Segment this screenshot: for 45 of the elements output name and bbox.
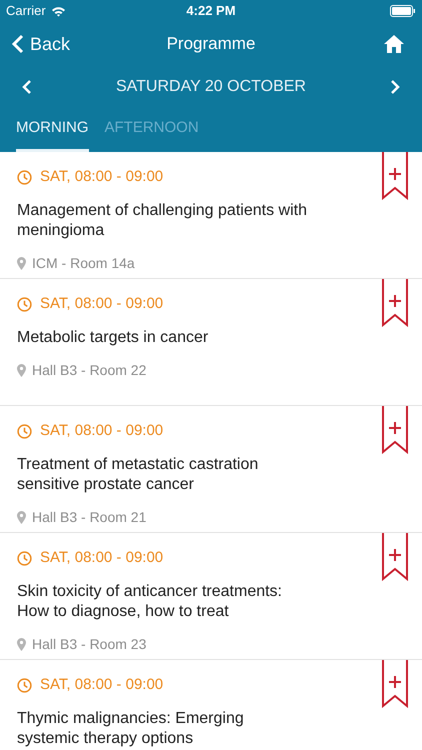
session-location: Hall B3 - Room 22 bbox=[32, 360, 146, 380]
session-title: Thymic malignancies: Emerging systemic therapy options bbox=[17, 708, 245, 748]
session-row[interactable]: SAT, 08:00 - 09:00 Treatment of metastatic castration sensitive prostate cancer Hall B3 - Room 21 bbox=[0, 406, 422, 533]
clock-icon bbox=[17, 170, 32, 185]
tab[interactable]: MORNING bbox=[16, 116, 88, 152]
session-row[interactable]: SAT, 08:00 - 09:00 Management of challenging patients with meningioma ICM - Room 14a bbox=[0, 152, 422, 279]
clock-icon bbox=[17, 550, 32, 566]
session-time: SAT, 08:00 - 09:00 bbox=[40, 675, 164, 695]
home-icon[interactable] bbox=[383, 34, 405, 54]
clock-time: 4:22 PM bbox=[186, 2, 236, 20]
session-title: Management of challenging patients with meningioma bbox=[17, 200, 307, 240]
session-title: Metabolic targets in cancer bbox=[17, 328, 210, 348]
previous-day-icon[interactable] bbox=[22, 79, 32, 95]
bookmark-add-icon[interactable] bbox=[382, 533, 408, 581]
session-location: Hall B3 - Room 23 bbox=[32, 634, 146, 654]
clock-icon bbox=[17, 678, 32, 693]
clock-icon bbox=[17, 296, 32, 312]
next-day-icon[interactable] bbox=[390, 79, 400, 95]
clock-icon bbox=[17, 424, 32, 439]
session-title: Skin toxicity of anticancer treatments: How to diagnose, how to treat bbox=[17, 582, 283, 622]
session-time: SAT, 08:00 - 09:00 bbox=[40, 294, 164, 314]
back-button[interactable]: Back bbox=[12, 30, 70, 58]
wifi-icon bbox=[50, 6, 66, 16]
location-pin-icon bbox=[17, 364, 26, 376]
bookmark-add-icon[interactable] bbox=[382, 279, 408, 327]
location-pin-icon bbox=[17, 510, 26, 524]
carrier-label: Carrier bbox=[6, 2, 46, 20]
session-time: SAT, 08:00 - 09:00 bbox=[40, 548, 164, 568]
bookmark-add-icon[interactable] bbox=[382, 152, 408, 200]
screen-title: Programme bbox=[166, 33, 256, 56]
session-row[interactable]: SAT, 08:00 - 09:00 Skin toxicity of anticancer treatments: How to diagnose, how to treat Hall B3 - Room 23 bbox=[0, 533, 422, 660]
location-pin-icon bbox=[17, 638, 26, 650]
bookmark-add-icon[interactable] bbox=[382, 406, 408, 454]
bookmark-add-icon[interactable] bbox=[382, 660, 408, 708]
session-title: Treatment of metastatic castration sensitive prostate cancer bbox=[17, 454, 260, 494]
chevron-left-icon bbox=[12, 34, 24, 54]
date-label: SATURDAY 20 OCTOBER bbox=[115, 77, 307, 97]
session-location: Hall B3 - Room 21 bbox=[32, 508, 146, 526]
battery-icon bbox=[390, 5, 416, 17]
session-time: SAT, 08:00 - 09:00 bbox=[40, 421, 164, 441]
session-time: SAT, 08:00 - 09:00 bbox=[40, 167, 164, 187]
location-pin-icon bbox=[17, 256, 26, 270]
session-row[interactable]: SAT, 08:00 - 09:00 Thymic malignancies: Emerging systemic therapy options bbox=[0, 660, 422, 750]
session-row[interactable]: SAT, 08:00 - 09:00 Metabolic targets in cancer Hall B3 - Room 22 bbox=[0, 279, 422, 406]
session-location: ICM - Room 14a bbox=[32, 254, 135, 272]
